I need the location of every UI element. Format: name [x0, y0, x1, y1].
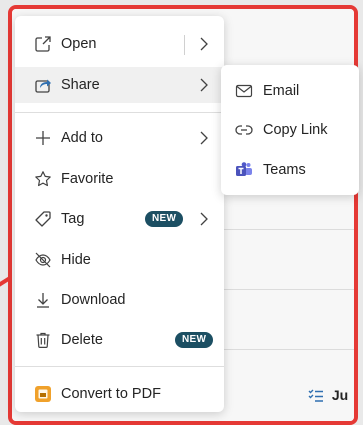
background-list-text: Ju: [331, 387, 349, 403]
link-icon: [234, 120, 254, 140]
background-list-item[interactable]: Ju: [308, 387, 348, 403]
submenu-item-label: Email: [263, 83, 300, 99]
new-badge: NEW: [145, 211, 184, 227]
menu-item-label: Delete: [61, 332, 103, 348]
menu-divider: [15, 366, 224, 367]
trash-icon: [33, 330, 53, 350]
download-icon: [33, 290, 53, 310]
chevron-right-icon: [198, 211, 210, 227]
context-menu: Open Share Add to Favorite Tag NEW Hide …: [15, 16, 224, 412]
submenu-item-label: Teams: [263, 162, 306, 178]
menu-item-add-to[interactable]: Add to: [15, 120, 224, 156]
tag-icon: [33, 209, 53, 229]
menu-item-open[interactable]: Open: [15, 26, 224, 62]
menu-item-share[interactable]: Share: [15, 67, 224, 103]
split-divider: [184, 35, 185, 55]
menu-item-label: Tag: [61, 211, 85, 227]
pdf-icon: [33, 384, 53, 404]
open-in-new-icon: [33, 34, 53, 54]
menu-item-label: Hide: [61, 252, 91, 268]
menu-item-label: Favorite: [61, 171, 114, 187]
submenu-item-label: Copy Link: [263, 122, 328, 138]
background-divider: [212, 229, 354, 230]
menu-item-delete[interactable]: Delete NEW: [15, 322, 224, 358]
chevron-right-icon: [198, 77, 210, 93]
share-icon: [33, 75, 53, 95]
menu-item-label: Share: [61, 77, 100, 93]
chevron-right-icon: [198, 130, 210, 146]
menu-item-favorite[interactable]: Favorite: [15, 161, 224, 197]
teams-icon: [234, 160, 254, 180]
menu-item-tag[interactable]: Tag NEW: [15, 201, 224, 237]
plus-icon: [33, 128, 53, 148]
star-icon: [33, 169, 53, 189]
menu-divider: [15, 112, 224, 113]
menu-item-label: Download: [61, 292, 126, 308]
mail-icon: [234, 81, 254, 101]
menu-item-label: Convert to PDF: [61, 386, 161, 402]
menu-item-convert-to-pdf[interactable]: Convert to PDF: [15, 376, 224, 412]
submenu-item-teams[interactable]: Teams: [221, 152, 359, 188]
menu-item-label: Add to: [61, 130, 103, 146]
chevron-right-icon[interactable]: [198, 36, 210, 52]
submenu-item-copy-link[interactable]: Copy Link: [221, 112, 359, 148]
list-icon: [308, 389, 324, 403]
new-badge: NEW: [175, 332, 214, 348]
submenu-item-email[interactable]: Email: [221, 73, 359, 109]
eye-off-icon: [33, 250, 53, 270]
background-divider: [212, 349, 354, 350]
menu-item-hide[interactable]: Hide: [15, 242, 224, 278]
menu-item-label: Open: [61, 36, 97, 52]
background-divider: [212, 289, 354, 290]
menu-item-download[interactable]: Download: [15, 282, 224, 318]
share-submenu: Email Copy Link Teams: [221, 65, 359, 195]
